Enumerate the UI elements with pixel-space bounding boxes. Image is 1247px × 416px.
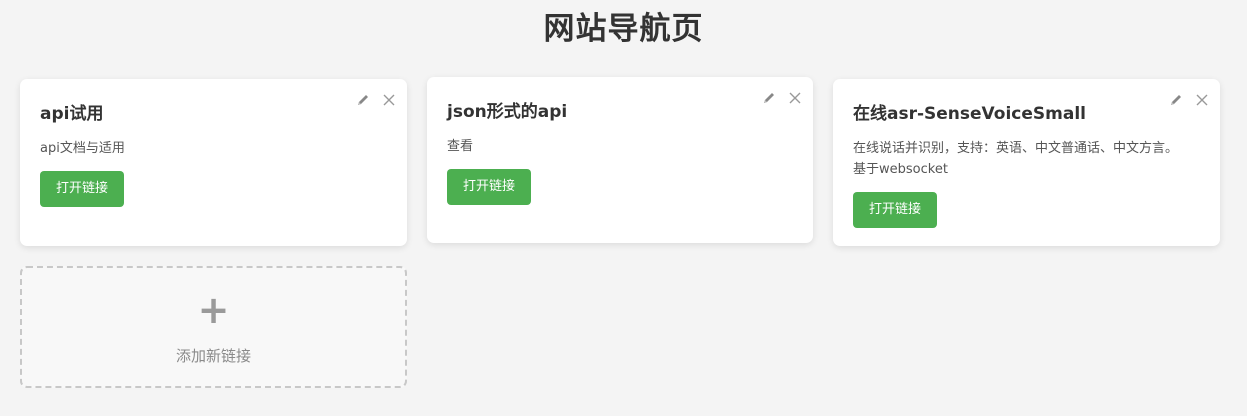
open-link-button[interactable]: 打开链接: [40, 171, 125, 207]
page-title: 网站导航页: [543, 11, 704, 47]
close-icon[interactable]: [1193, 91, 1211, 109]
card-title: json形式的api: [447, 102, 568, 122]
pencil-icon[interactable]: [1167, 91, 1185, 109]
close-icon[interactable]: [786, 89, 804, 107]
card-actions: [354, 91, 398, 109]
add-link-label: 添加新链接: [175, 347, 251, 365]
link-card: api试用 api文档与适用 打开链接: [20, 79, 407, 246]
card-description: 在线说话并识别，支持：英语、中文普通话、中文方言。基于websocket: [853, 141, 1179, 177]
card-title: api试用: [40, 104, 104, 124]
card-description: 查看: [447, 139, 474, 154]
pencil-icon[interactable]: [760, 89, 778, 107]
card-actions: [1167, 91, 1211, 109]
card-actions: [760, 89, 804, 107]
add-link-card[interactable]: + 添加新链接: [20, 266, 407, 388]
close-icon[interactable]: [380, 91, 398, 109]
open-link-button[interactable]: 打开链接: [853, 192, 938, 228]
pencil-icon[interactable]: [354, 91, 372, 109]
card-description: api文档与适用: [40, 141, 125, 156]
card-title: 在线asr-SenseVoiceSmall: [853, 104, 1086, 124]
plus-icon: +: [197, 288, 230, 332]
open-link-button[interactable]: 打开链接: [447, 169, 532, 205]
link-card: 在线asr-SenseVoiceSmall 在线说话并识别，支持：英语、中文普通…: [833, 79, 1220, 246]
link-card: json形式的api 查看 打开链接: [427, 77, 813, 243]
